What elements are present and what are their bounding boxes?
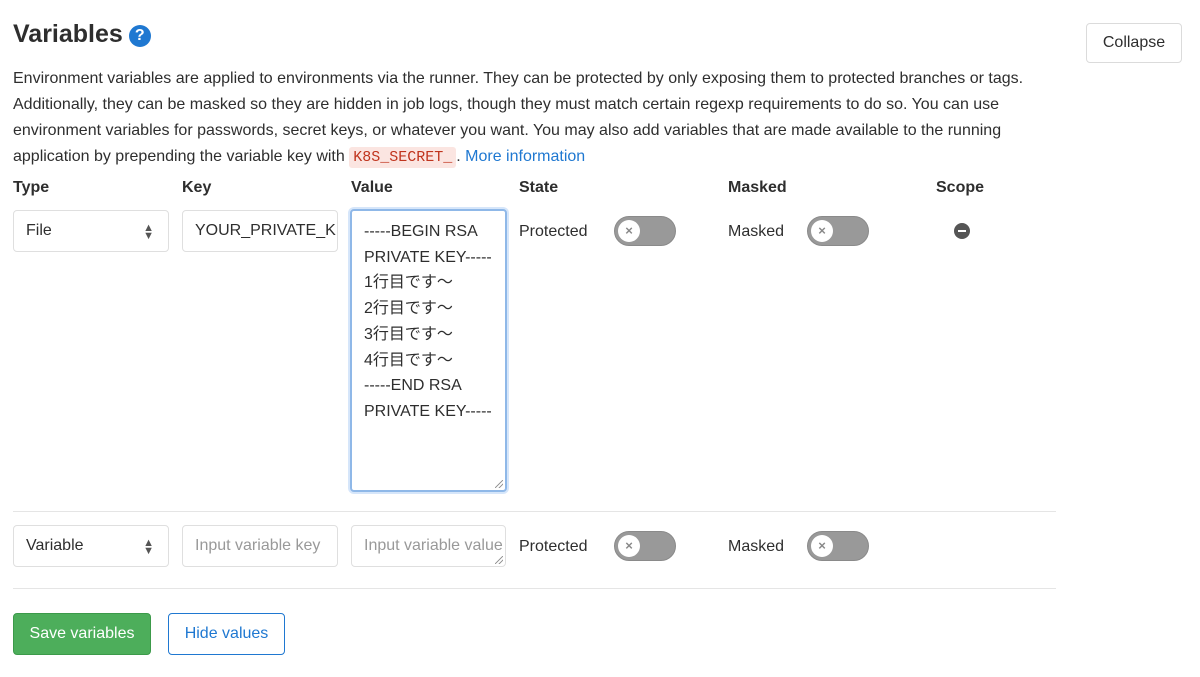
value-textarea[interactable]: Input variable value xyxy=(351,525,506,567)
protected-label: Protected xyxy=(519,538,588,555)
protected-toggle[interactable]: × xyxy=(614,531,676,561)
hide-values-button[interactable]: Hide values xyxy=(168,613,285,655)
close-icon: × xyxy=(811,220,833,242)
question-circle-icon[interactable]: ? xyxy=(128,25,151,47)
sort-arrows-icon: ▲ ▼ xyxy=(143,537,154,557)
masked-label: Masked xyxy=(728,223,785,240)
save-variables-button[interactable]: Save variables xyxy=(13,613,151,655)
close-icon: × xyxy=(811,535,833,557)
column-value: Value xyxy=(351,179,393,196)
resize-handle[interactable] xyxy=(495,556,503,564)
page-title: Variables? xyxy=(13,20,151,49)
divider xyxy=(13,511,1056,512)
masked-toggle[interactable]: × xyxy=(807,531,869,561)
masked-toggle[interactable]: × xyxy=(807,216,869,246)
key-input[interactable]: Input variable key xyxy=(182,525,338,567)
collapse-button[interactable]: Collapse xyxy=(1086,23,1182,63)
column-type: Type xyxy=(13,179,50,196)
protected-label: Protected xyxy=(519,223,588,240)
k8s-secret-code: K8S_SECRET_ xyxy=(349,147,457,168)
divider xyxy=(13,588,1056,589)
type-select[interactable]: Variable ▲ ▼ xyxy=(13,525,169,567)
close-icon: × xyxy=(618,220,640,242)
column-key: Key xyxy=(182,179,212,196)
resize-handle[interactable] xyxy=(495,480,503,488)
close-icon: × xyxy=(618,535,640,557)
protected-toggle[interactable]: × xyxy=(614,216,676,246)
column-state: State xyxy=(519,179,559,196)
remove-variable-icon[interactable] xyxy=(954,223,970,239)
sort-arrows-icon: ▲ ▼ xyxy=(143,222,154,242)
type-select[interactable]: File ▲ ▼ xyxy=(13,210,169,252)
column-scope: Scope xyxy=(936,179,985,196)
description: Environment variables are applied to env… xyxy=(13,70,1024,168)
column-masked: Masked xyxy=(728,179,787,196)
key-input[interactable]: YOUR_PRIVATE_KEY xyxy=(182,210,338,252)
more-information-link[interactable]: More information xyxy=(465,148,585,165)
masked-label: Masked xyxy=(728,538,785,555)
value-textarea[interactable]: -----BEGIN RSA PRIVATE KEY----- 1行目です～ 2… xyxy=(350,209,507,492)
